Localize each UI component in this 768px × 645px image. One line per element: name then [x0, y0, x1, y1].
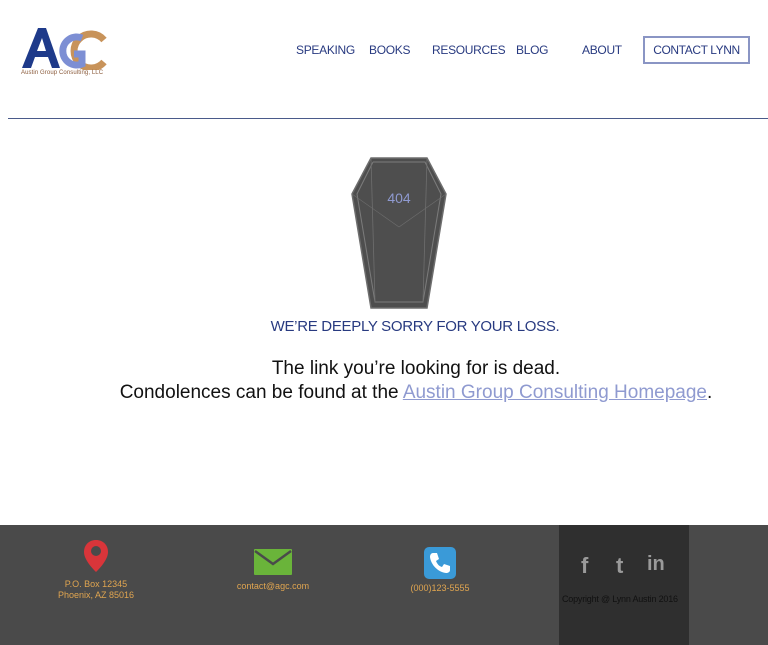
email-address[interactable]: contact@agc.com: [222, 581, 324, 592]
site-footer: P.O. Box 12345 Phoenix, AZ 85016 contact…: [0, 525, 768, 645]
copyright-prefix: Copyright @ Lynn Austin: [562, 594, 657, 604]
nav-blog[interactable]: BLOG: [516, 43, 548, 57]
logo-mark: [22, 28, 107, 70]
location-pin-icon: [84, 540, 108, 572]
footer-address: P.O. Box 12345 Phoenix, AZ 85016: [46, 539, 146, 601]
copyright-year: 2016: [658, 594, 678, 604]
footer-phone[interactable]: (000)123-5555: [390, 547, 490, 594]
envelope-icon: [254, 549, 292, 575]
condolences-message: Condolences can be found at the Austin G…: [0, 382, 768, 404]
address-line-1: P.O. Box 12345: [64, 579, 128, 589]
logo-tagline: Austin Group Consulting, LLC: [21, 70, 104, 76]
copyright-text: Copyright @ Lynn Austin 2016: [562, 594, 692, 604]
dead-link-message: The link you’re looking for is dead.: [271, 358, 561, 379]
social-links: f t in: [559, 553, 689, 579]
condolences-prefix: Condolences can be found at the: [119, 382, 403, 403]
nav-resources[interactable]: RESOURCES: [432, 43, 506, 57]
contact-lynn-button[interactable]: CONTACT LYNN: [643, 36, 750, 64]
address-line-2: Phoenix, AZ 85016: [57, 590, 135, 600]
agc-logo[interactable]: Austin Group Consulting, LLC: [20, 26, 112, 82]
coffin-icon: [351, 157, 447, 309]
phone-number[interactable]: (000)123-5555: [390, 583, 490, 594]
sorry-heading: WE’RE DEEPLY SORRY FOR YOUR LOSS.: [270, 318, 560, 335]
facebook-icon[interactable]: f: [581, 553, 588, 579]
footer-email[interactable]: contact@agc.com: [222, 549, 324, 592]
phone-icon: [424, 547, 456, 579]
footer-social-panel: [559, 525, 689, 645]
nav-books[interactable]: BOOKS: [369, 43, 410, 57]
homepage-link[interactable]: Austin Group Consulting Homepage: [403, 382, 707, 403]
nav-about[interactable]: ABOUT: [582, 43, 622, 57]
nav-speaking[interactable]: SPEAKING: [296, 43, 355, 57]
condolences-suffix: .: [707, 382, 713, 403]
linkedin-icon[interactable]: in: [647, 553, 665, 576]
twitter-icon[interactable]: t: [616, 553, 623, 579]
error-code: 404: [387, 190, 411, 206]
header-divider: [8, 118, 768, 119]
